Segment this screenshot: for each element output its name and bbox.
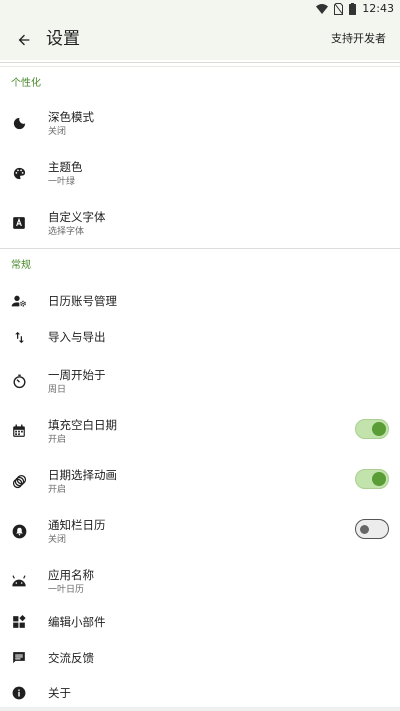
status-bar: 12:43 [0, 0, 400, 18]
widgets-icon [11, 614, 27, 630]
navigation-bar [0, 707, 400, 711]
chat-icon [11, 650, 27, 666]
info-icon [11, 685, 27, 701]
section-divider [0, 248, 400, 249]
timer-icon [11, 373, 27, 389]
support-developer-button[interactable]: 支持开发者 [331, 31, 386, 47]
toggle-knob [360, 524, 369, 534]
setting-title: 日历账号管理 [48, 294, 117, 308]
setting-subtitle: 关闭 [48, 535, 67, 545]
app-bar-divider-shadow [0, 66, 400, 67]
animation-icon [11, 473, 27, 489]
date-animation-toggle[interactable] [355, 469, 389, 489]
setting-row-app-name[interactable]: 应用名称 一叶日历 [0, 558, 400, 604]
setting-subtitle: 周日 [48, 385, 67, 395]
bell-icon [11, 523, 27, 539]
import-export-icon [11, 329, 27, 345]
moon-icon [11, 115, 27, 131]
setting-title: 导入与导出 [48, 330, 106, 344]
setting-row-import-export[interactable]: 导入与导出 [0, 320, 400, 354]
setting-row-edit-widgets[interactable]: 编辑小部件 [0, 605, 400, 639]
setting-subtitle: 开启 [48, 435, 67, 445]
setting-subtitle: 选择字体 [48, 227, 85, 237]
setting-row-notification-calendar[interactable]: 通知栏日历 关闭 [0, 508, 400, 554]
account-settings-icon [11, 293, 27, 309]
setting-row-week-start[interactable]: 一周开始于 周日 [0, 358, 400, 404]
setting-row-theme-color[interactable]: 主题色 一叶绿 [0, 150, 400, 196]
setting-title: 自定义字体 [48, 210, 106, 224]
notification-calendar-toggle[interactable] [355, 519, 389, 539]
back-button[interactable] [12, 28, 36, 52]
setting-title: 主题色 [48, 160, 83, 174]
setting-title: 应用名称 [48, 568, 94, 582]
setting-row-feedback[interactable]: 交流反馈 [0, 641, 400, 675]
setting-subtitle: 一叶日历 [48, 585, 85, 595]
setting-row-date-animation[interactable]: 日期选择动画 开启 [0, 458, 400, 504]
setting-row-about[interactable]: 关于 [0, 677, 400, 707]
no-sim-icon [334, 3, 344, 15]
status-time: 12:43 [362, 2, 394, 15]
app-bar-divider [0, 62, 400, 63]
setting-row-dark-mode[interactable]: 深色模式 关闭 [0, 100, 400, 146]
status-icons: 12:43 [316, 2, 394, 16]
setting-title: 通知栏日历 [48, 518, 106, 532]
setting-row-custom-font[interactable]: 自定义字体 选择字体 [0, 200, 400, 246]
setting-row-calendar-accounts[interactable]: 日历账号管理 [0, 284, 400, 318]
android-icon [11, 573, 27, 589]
section-header-personalization: 个性化 [11, 78, 41, 89]
setting-subtitle: 一叶绿 [48, 177, 76, 187]
arrow-back-icon [18, 34, 30, 46]
toggle-knob [372, 472, 386, 486]
setting-subtitle: 开启 [48, 485, 67, 495]
calendar-icon [11, 423, 27, 439]
setting-title: 填充空白日期 [48, 418, 117, 432]
setting-title: 关于 [48, 686, 71, 700]
page-title: 设置 [46, 29, 80, 49]
setting-title: 深色模式 [48, 110, 94, 124]
toggle-knob [372, 422, 386, 436]
setting-title: 编辑小部件 [48, 615, 106, 629]
setting-row-fill-blank-dates[interactable]: 填充空白日期 开启 [0, 408, 400, 454]
setting-subtitle: 关闭 [48, 127, 67, 137]
setting-title: 一周开始于 [48, 368, 106, 382]
app-bar: 设置 支持开发者 [0, 18, 400, 60]
palette-icon [11, 165, 27, 181]
font-icon [11, 215, 27, 231]
fill-blank-dates-toggle[interactable] [355, 419, 389, 439]
setting-title: 交流反馈 [48, 651, 94, 665]
setting-title: 日期选择动画 [48, 468, 117, 482]
wifi-icon [316, 4, 329, 14]
battery-icon [349, 3, 357, 15]
section-header-general: 常规 [11, 260, 31, 271]
